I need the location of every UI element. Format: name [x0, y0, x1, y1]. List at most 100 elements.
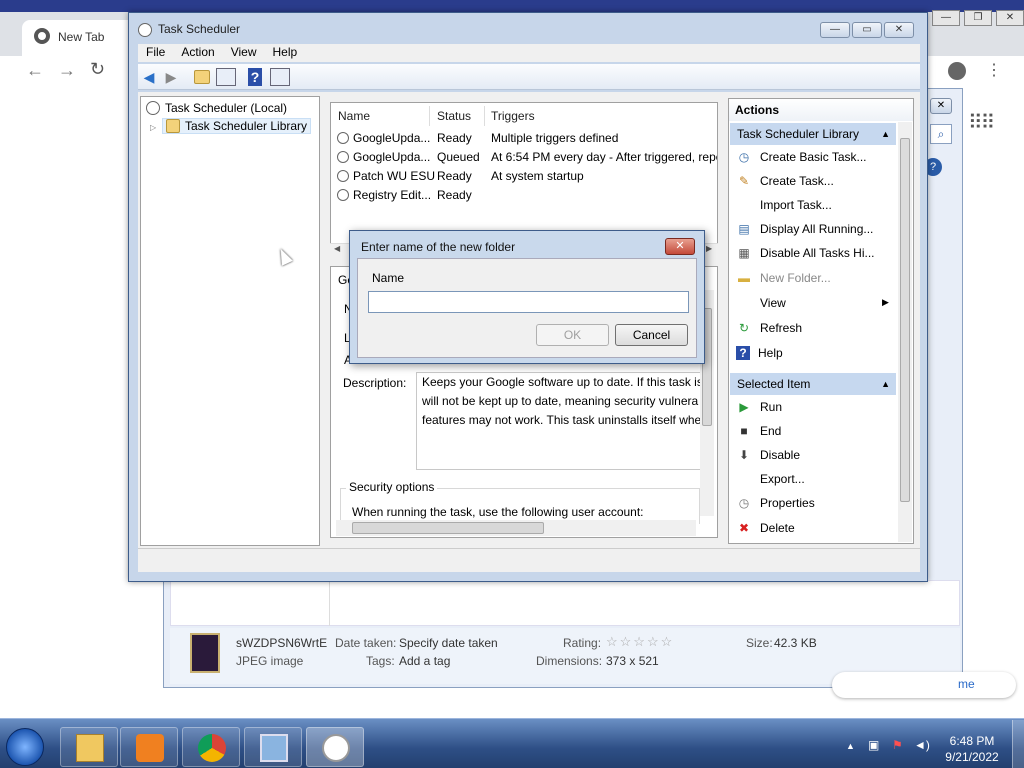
action-center-icon[interactable]: ⚑: [892, 738, 903, 752]
taskbar-media-player[interactable]: [120, 727, 178, 767]
tree-root[interactable]: Task Scheduler (Local): [146, 101, 287, 115]
chrome-restore-button[interactable]: ❐: [964, 10, 992, 26]
chrome-back-button[interactable]: ←: [26, 60, 44, 81]
action-new-folder[interactable]: ▬ New Folder...: [736, 271, 831, 285]
action-create-task[interactable]: ✎ Create Task...: [736, 174, 834, 188]
menu-bar: File Action View Help: [138, 44, 920, 62]
action-end[interactable]: ■ End: [736, 424, 781, 438]
viewer-close-button[interactable]: ✕: [930, 98, 952, 114]
action-disable[interactable]: ⬇ Disable: [736, 448, 800, 462]
description-box[interactable]: Keeps your Google software up to date. I…: [416, 372, 702, 470]
action-delete[interactable]: ✖ Delete: [736, 521, 795, 535]
partial-popup: me: [832, 672, 1016, 698]
chrome-profile-icon[interactable]: [948, 62, 966, 80]
task-row[interactable]: GoogleUpda...: [337, 131, 430, 145]
forward-arrow-icon[interactable]: ▶: [162, 68, 180, 86]
volume-icon[interactable]: ◄): [914, 738, 930, 752]
up-folder-icon[interactable]: [194, 70, 210, 84]
taskbar-clock[interactable]: 6:48 PM 9/21/2022: [940, 733, 1004, 765]
actions-section-library[interactable]: Task Scheduler Library ▲: [730, 123, 896, 145]
col-name[interactable]: Name: [332, 106, 430, 126]
scroll-right-icon[interactable]: ▶: [706, 244, 712, 253]
show-hidden-icons[interactable]: ▲: [846, 741, 855, 751]
task-clock-icon: [337, 170, 349, 182]
menu-view[interactable]: View: [223, 44, 265, 62]
taskbar-explorer[interactable]: [60, 727, 118, 767]
action-help[interactable]: ? Help: [736, 346, 783, 360]
task-clock-icon: [337, 189, 349, 201]
taskbar-photo-viewer[interactable]: [244, 727, 302, 767]
back-arrow-icon[interactable]: ◀: [140, 68, 158, 86]
viewer-search-icon[interactable]: ⌕: [930, 124, 952, 144]
ts-minimize-button[interactable]: —: [820, 22, 850, 38]
menu-file[interactable]: File: [138, 44, 173, 62]
chrome-menu-icon[interactable]: ⋮: [986, 60, 1002, 80]
scroll-left-icon[interactable]: ◀: [334, 244, 340, 253]
action-properties[interactable]: ◷ Properties: [736, 496, 815, 510]
dialog-close-button[interactable]: ✕: [665, 238, 695, 255]
tree-expand-arrow[interactable]: ▷: [150, 119, 156, 133]
media-player-icon: [136, 734, 164, 762]
folder-name-label: Name: [372, 271, 405, 285]
menu-action[interactable]: Action: [173, 44, 222, 62]
taskbar-task-scheduler[interactable]: [306, 727, 364, 767]
ts-close-button[interactable]: ✕: [884, 22, 914, 38]
start-button[interactable]: [6, 728, 44, 766]
description-line: will not be kept up to date, meaning sec…: [422, 394, 699, 408]
actions-title: Actions: [729, 99, 913, 121]
show-hide-tree-icon[interactable]: [216, 68, 236, 86]
action-refresh[interactable]: ↻ Refresh: [736, 321, 802, 335]
folder-name-input[interactable]: [368, 291, 689, 313]
size-value: 42.3 KB: [774, 636, 817, 650]
task-name: GoogleUpda...: [353, 131, 431, 145]
action-label: Display All Running...: [760, 222, 874, 236]
clock-icon: [146, 101, 160, 115]
tree-library-item[interactable]: Task Scheduler Library: [162, 118, 312, 134]
action-label: Run: [760, 400, 783, 414]
action-label: Help: [758, 346, 783, 360]
ts-maximize-button[interactable]: ▭: [852, 22, 882, 38]
chrome-close-button[interactable]: ✕: [996, 10, 1024, 26]
file-thumbnail: [190, 633, 220, 673]
ok-button[interactable]: OK: [536, 324, 609, 346]
chrome-forward-button[interactable]: →: [58, 60, 76, 81]
col-triggers[interactable]: Triggers: [485, 106, 717, 126]
collapse-icon[interactable]: ▲: [881, 123, 890, 145]
action-import-task[interactable]: Import Task...: [736, 198, 832, 212]
action-label: Create Basic Task...: [760, 150, 867, 164]
collapse-icon[interactable]: ▲: [881, 373, 890, 395]
chrome-minimize-button[interactable]: —: [932, 10, 960, 26]
taskbar-chrome[interactable]: [182, 727, 240, 767]
col-status[interactable]: Status: [431, 106, 485, 126]
show-desktop-button[interactable]: [1012, 720, 1024, 768]
task-row[interactable]: Patch WU ESU: [337, 169, 435, 183]
create-task-icon: ✎: [738, 174, 750, 188]
actions-section-selected[interactable]: Selected Item ▲: [730, 373, 896, 395]
rating-stars[interactable]: ☆☆☆☆☆: [606, 634, 674, 650]
details-hscroll-thumb[interactable]: [352, 522, 544, 534]
action-disable-history[interactable]: ▦ Disable All Tasks Hi...: [736, 246, 874, 260]
tags-label: Tags:: [366, 654, 395, 668]
show-hide-actions-icon[interactable]: [270, 68, 290, 86]
date-taken-value[interactable]: Specify date taken: [399, 636, 498, 650]
action-label: View: [760, 296, 786, 310]
menu-help[interactable]: Help: [265, 44, 306, 62]
task-row[interactable]: GoogleUpda...: [337, 150, 430, 164]
action-view[interactable]: View ▶: [736, 296, 889, 310]
task-name: Patch WU ESU: [353, 169, 436, 183]
network-icon[interactable]: ▣: [868, 738, 879, 752]
task-row[interactable]: Registry Edit...: [337, 188, 431, 202]
apps-grid-icon[interactable]: ⠿⠿: [968, 110, 995, 135]
actions-vscroll-thumb[interactable]: [900, 138, 910, 502]
action-display-running[interactable]: ▤ Display All Running...: [736, 222, 873, 236]
action-export[interactable]: Export...: [736, 472, 805, 486]
action-run[interactable]: ▶ Run: [736, 400, 782, 414]
description-line: features may not work. This task uninsta…: [422, 413, 702, 427]
action-create-basic-task[interactable]: ◷ Create Basic Task...: [736, 150, 867, 164]
help-toolbar-icon[interactable]: ?: [248, 68, 262, 86]
chrome-reload-button[interactable]: ↻: [90, 59, 105, 80]
partial-popup-text: me: [958, 677, 975, 691]
run-as-text: When running the task, use the following…: [352, 505, 644, 519]
cancel-button[interactable]: Cancel: [615, 324, 688, 346]
tags-value[interactable]: Add a tag: [399, 654, 450, 668]
